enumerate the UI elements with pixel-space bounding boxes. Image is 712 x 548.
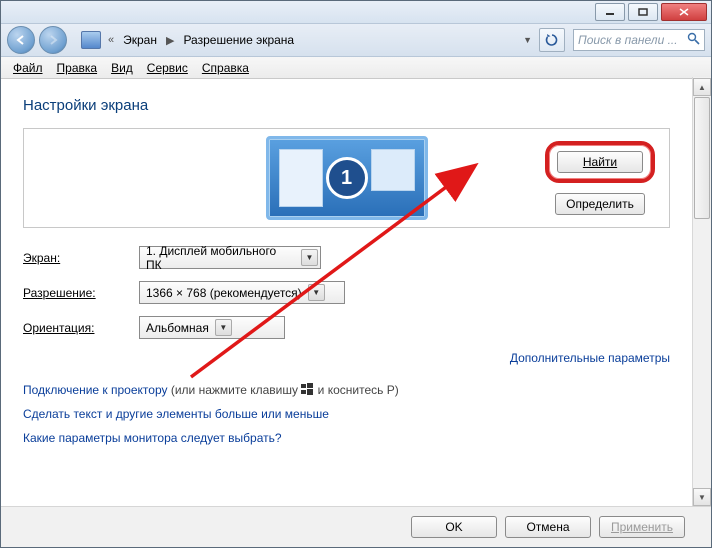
chevron-down-icon: ▼ xyxy=(308,284,325,301)
breadcrumb-sep-icon: « xyxy=(105,34,117,46)
nav-back-button[interactable] xyxy=(7,26,35,54)
nav-forward-button[interactable] xyxy=(39,26,67,54)
search-placeholder: Поиск в панели ... xyxy=(578,33,678,47)
refresh-button[interactable] xyxy=(539,28,565,52)
breadcrumb-item[interactable]: Разрешение экрана xyxy=(181,33,296,47)
maximize-button[interactable] xyxy=(628,3,658,21)
monitor-side-buttons: Найти Определить xyxy=(545,141,655,215)
advanced-link[interactable]: Дополнительные параметры xyxy=(510,351,670,365)
body: Настройки экрана 1 Найти Определить Экра… xyxy=(1,77,711,507)
cancel-button[interactable]: Отмена xyxy=(505,516,591,538)
menu-service[interactable]: Сервис xyxy=(141,59,194,77)
orientation-select[interactable]: Альбомная ▼ xyxy=(139,316,285,339)
textsize-link[interactable]: Сделать текст и другие элементы больше и… xyxy=(23,407,329,421)
scroll-down-button[interactable]: ▼ xyxy=(693,488,711,506)
projector-hint: (или нажмите клавишу xyxy=(168,383,302,397)
display-value: 1. Дисплей мобильного ПК xyxy=(146,244,295,272)
vertical-scrollbar[interactable]: ▲ ▼ xyxy=(692,77,711,507)
breadcrumb-arrow-icon: ▶ xyxy=(163,34,177,47)
scroll-up-button[interactable]: ▲ xyxy=(693,78,711,96)
windows-key-icon xyxy=(301,383,314,396)
menu-help[interactable]: Справка xyxy=(196,59,255,77)
monitorparams-link[interactable]: Какие параметры монитора следует выбрать… xyxy=(23,431,282,445)
display-label: Экран: xyxy=(23,251,139,265)
menubar: Файл Правка Вид Сервис Справка xyxy=(1,57,711,79)
breadcrumb-item[interactable]: Экран xyxy=(121,33,159,47)
scroll-thumb[interactable] xyxy=(694,97,710,219)
titlebar xyxy=(1,1,711,24)
menu-view[interactable]: Вид xyxy=(105,59,139,77)
annotation-highlight: Найти xyxy=(545,141,655,183)
chevron-down-icon: ▼ xyxy=(301,249,318,266)
apply-button[interactable]: Применить xyxy=(599,516,685,538)
orientation-label: Ориентация: xyxy=(23,321,139,335)
search-icon[interactable] xyxy=(687,32,700,48)
window: « Экран ▶ Разрешение экрана ▼ Поиск в па… xyxy=(0,0,712,548)
preview-window-icon xyxy=(371,149,415,191)
navbar: « Экран ▶ Разрешение экрана ▼ Поиск в па… xyxy=(1,24,711,57)
resolution-select[interactable]: 1366 × 768 (рекомендуется) ▼ xyxy=(139,281,345,304)
chevron-down-icon: ▼ xyxy=(215,319,232,336)
detect-button[interactable]: Определить xyxy=(555,193,645,215)
ok-button[interactable]: OK xyxy=(411,516,497,538)
display-select[interactable]: 1. Дисплей мобильного ПК ▼ xyxy=(139,246,321,269)
content: Настройки экрана 1 Найти Определить Экра… xyxy=(1,77,692,507)
menu-edit[interactable]: Правка xyxy=(51,59,104,77)
page-title: Настройки экрана xyxy=(23,97,670,114)
resolution-value: 1366 × 768 (рекомендуется) xyxy=(146,286,302,300)
menu-file[interactable]: Файл xyxy=(7,59,49,77)
monitor-preview-box: 1 Найти Определить xyxy=(23,128,670,228)
monitor-preview[interactable]: 1 xyxy=(266,136,428,220)
projector-link[interactable]: Подключение к проектору xyxy=(23,383,168,397)
preview-window-icon xyxy=(279,149,323,207)
monitor-number-badge: 1 xyxy=(326,157,368,199)
resolution-label: Разрешение: xyxy=(23,286,139,300)
projector-hint: и коснитесь P) xyxy=(314,383,398,397)
minimize-button[interactable] xyxy=(595,3,625,21)
close-button[interactable] xyxy=(661,3,707,21)
chevron-down-icon[interactable]: ▼ xyxy=(520,35,535,45)
find-button[interactable]: Найти xyxy=(557,151,643,173)
search-input[interactable]: Поиск в панели ... xyxy=(573,29,705,51)
orientation-value: Альбомная xyxy=(146,321,209,335)
monitor-icon xyxy=(81,31,101,49)
footer: OK Отмена Применить xyxy=(1,506,711,547)
